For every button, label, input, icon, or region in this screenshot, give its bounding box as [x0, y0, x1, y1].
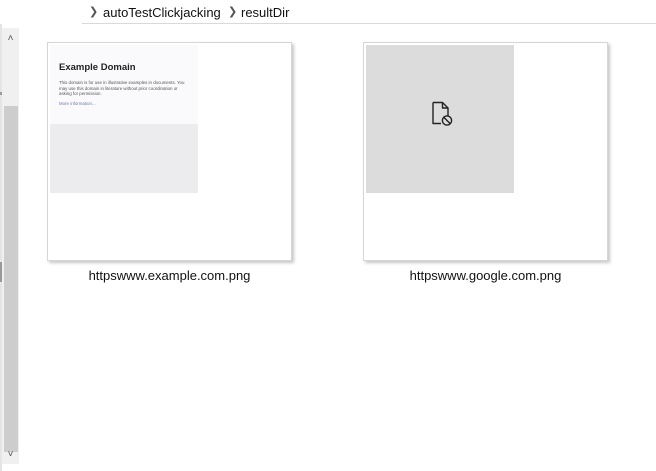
file-tile-google[interactable]	[363, 42, 608, 261]
file-thumbnail: Example Domain This domain is for use in…	[50, 45, 198, 193]
chevron-right-icon[interactable]: ❯	[228, 5, 237, 19]
breadcrumb-item-autotestclickjacking[interactable]: autoTestClickjacking	[103, 5, 221, 21]
scrollbar-thumb[interactable]	[4, 106, 18, 452]
breadcrumb-item-resultdir[interactable]: resultDir	[241, 5, 289, 21]
chevron-right-icon[interactable]: ❯	[89, 5, 98, 19]
scroll-down-arrow-icon[interactable]: ˅	[2, 447, 19, 463]
broken-image-icon	[432, 101, 453, 126]
preview-link: More information...	[59, 100, 96, 106]
file-tile-example[interactable]: Example Domain This domain is for use in…	[47, 42, 292, 261]
preview-title: Example Domain	[59, 62, 136, 73]
preview-card: Example Domain This domain is for use in…	[50, 45, 198, 124]
file-name-label[interactable]: httpswww.example.com.png	[47, 268, 292, 284]
breadcrumb: ❯ autoTestClickjacking ❯ resultDir	[82, 0, 656, 24]
file-thumbnail	[366, 45, 514, 193]
preview-body: This domain is for use in illustrative e…	[59, 80, 185, 97]
scroll-up-arrow-icon[interactable]: ˄	[2, 31, 19, 47]
file-name-label[interactable]: httpswww.google.com.png	[363, 268, 608, 284]
vertical-scrollbar[interactable]: ˄ ˅	[2, 28, 19, 464]
